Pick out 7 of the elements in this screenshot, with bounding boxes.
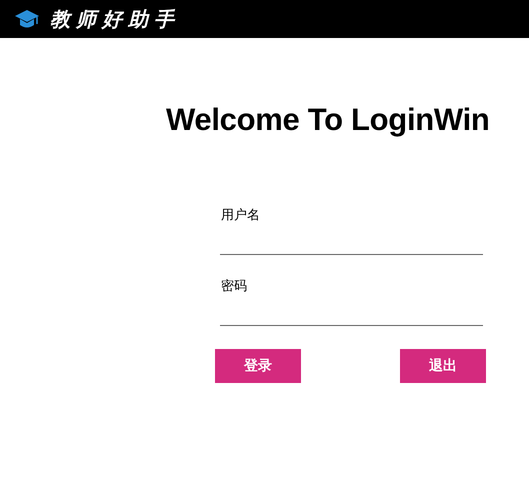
- window-title: 教师好助手: [50, 6, 180, 32]
- welcome-heading: Welcome To LoginWin: [166, 101, 490, 139]
- field-label: 密码: [221, 278, 247, 295]
- exit-button[interactable]: 退出: [400, 349, 486, 383]
- login-button[interactable]: 登录: [215, 349, 301, 383]
- field-label: 用户名: [221, 207, 260, 224]
- graduation-cap-icon: [14, 8, 40, 30]
